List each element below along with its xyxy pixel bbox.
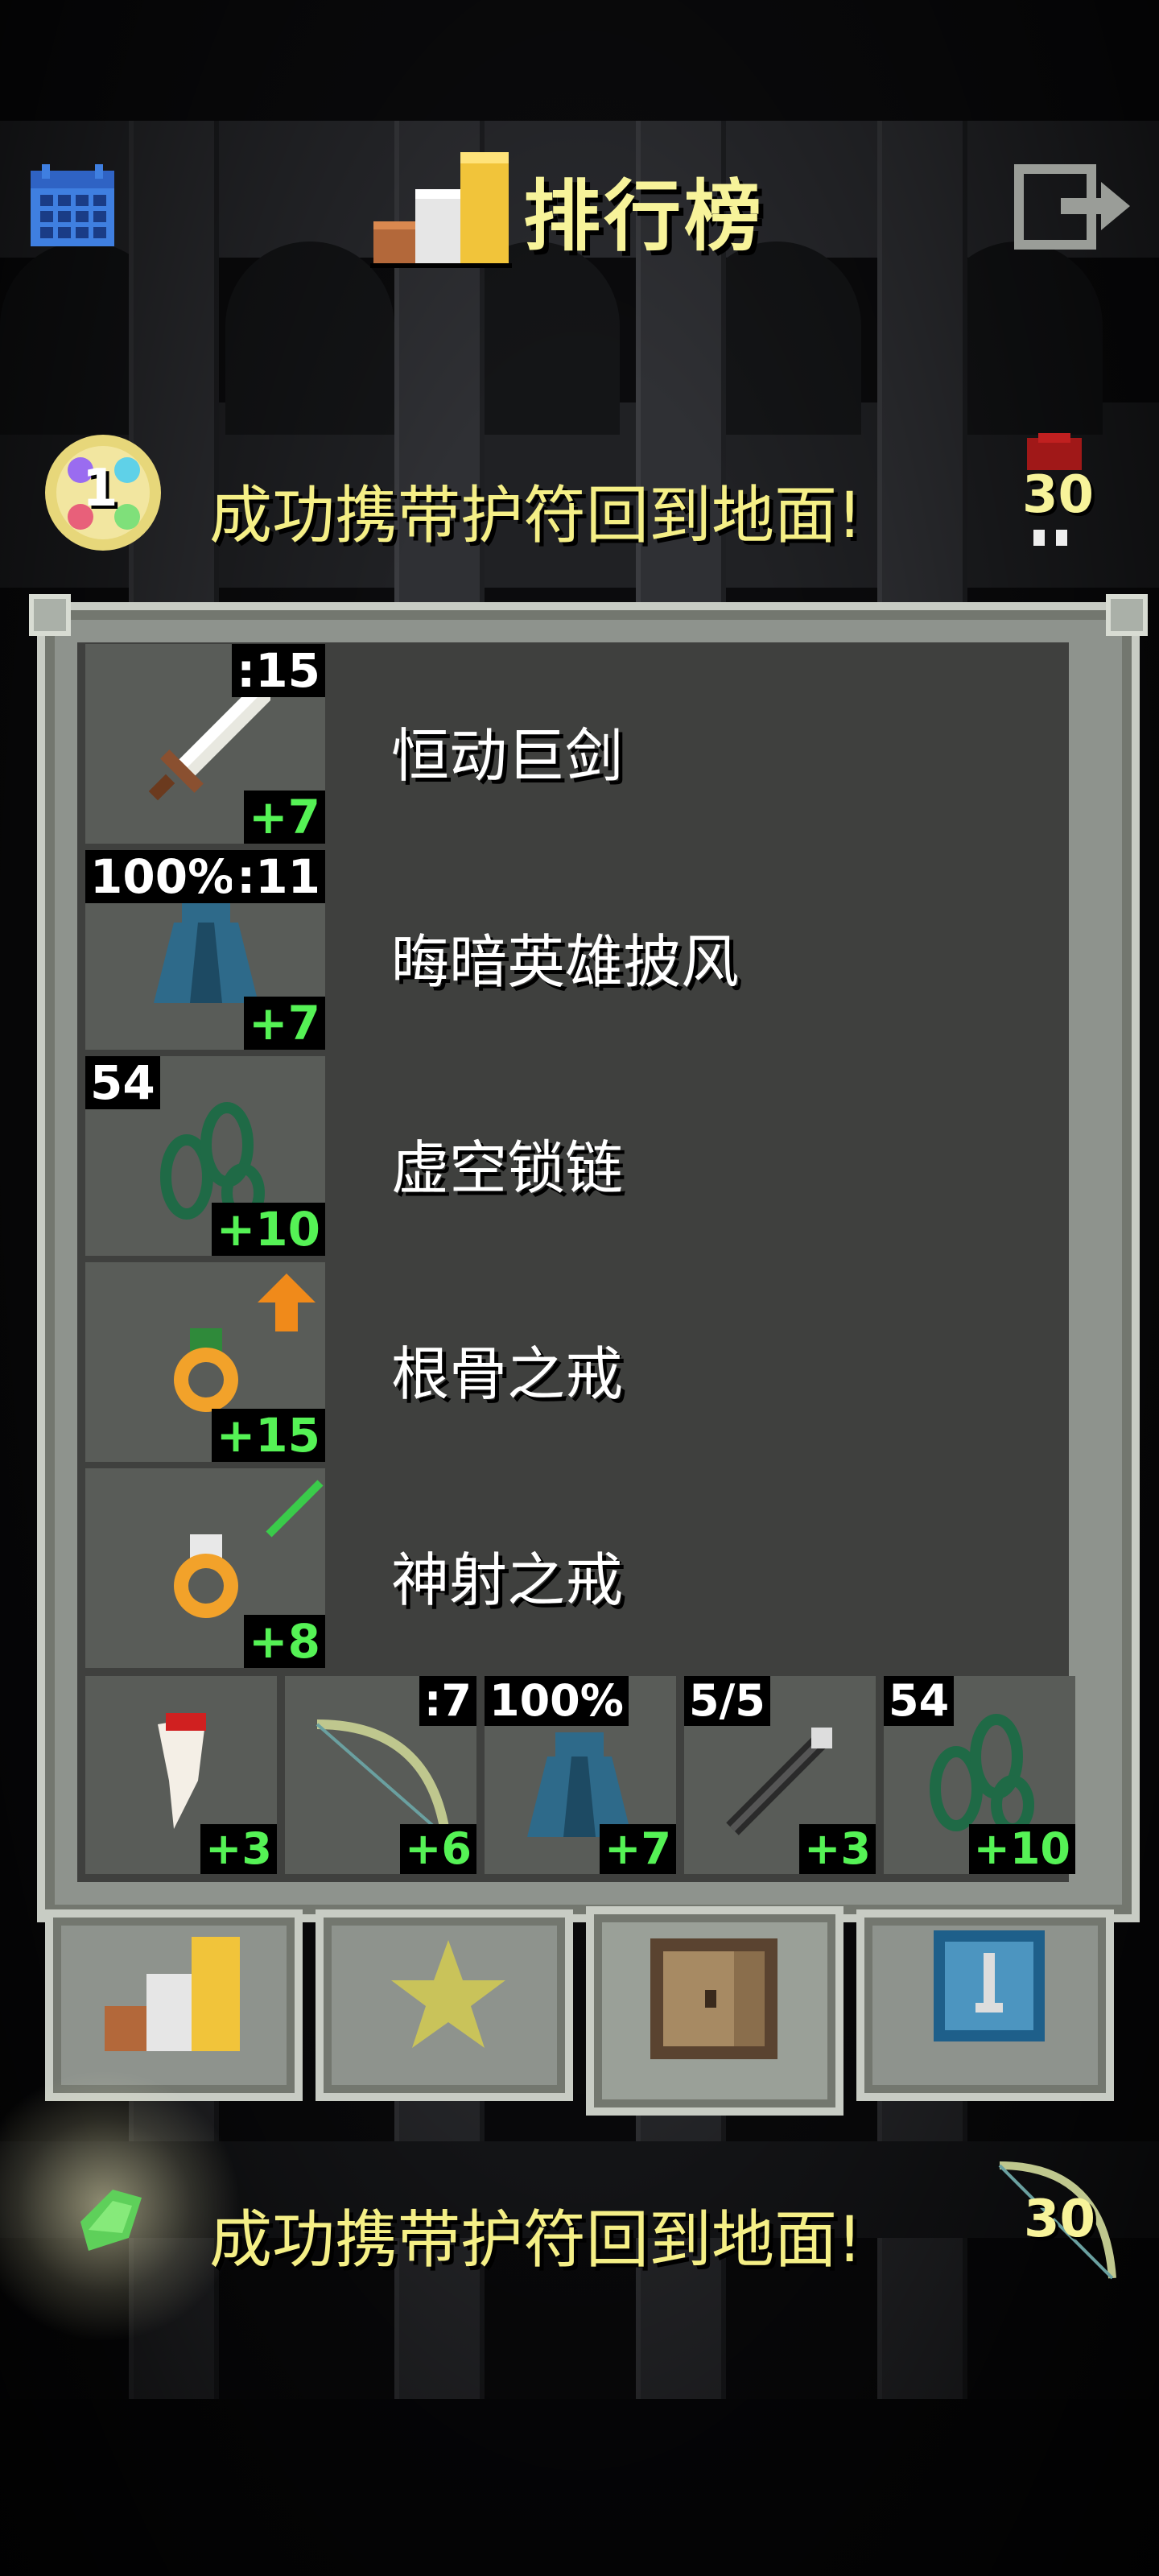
notice-bottom: 成功携带护符回到地面! 30 [0, 2069, 1159, 2343]
page-title: 排行榜 [523, 171, 765, 262]
fang-icon [142, 1708, 222, 1837]
item-row[interactable]: :15 +7 恒动巨剑 [85, 644, 1075, 848]
quickslot[interactable]: 5/5 +3 [684, 1676, 876, 1874]
depth-skull-icon: 30 [1014, 433, 1095, 554]
notice-depth: 30 [1024, 2190, 1096, 2249]
item-durability-label: 100% [85, 850, 240, 903]
rankings-icon [101, 1934, 246, 2054]
item-upgrade-label: +10 [211, 1203, 325, 1256]
notice-text: 成功携带护符回到地面! [209, 2204, 863, 2277]
rankings-icon [370, 149, 515, 270]
item-level-label: :15 [232, 644, 325, 697]
item-upgrade-label: +10 [968, 1824, 1075, 1874]
item-charge-label: 54 [884, 1676, 955, 1726]
amulet-badge-icon: 1 [40, 430, 166, 555]
panel-corner [1106, 594, 1148, 636]
ring-icon [166, 1327, 246, 1415]
item-name: 晦暗英雄披风 [391, 928, 740, 996]
notice-depth: 30 [1022, 465, 1095, 525]
ring-icon [166, 1533, 246, 1621]
notice-text: 成功携带护符回到地面! [209, 480, 863, 552]
item-upgrade-label: +6 [400, 1824, 476, 1874]
items-icon [645, 1930, 782, 2067]
item-row[interactable]: 54 +10 虚空锁链 [85, 1056, 1075, 1261]
item-slot[interactable]: +8 [85, 1468, 325, 1668]
tab-badges[interactable] [316, 1909, 573, 2101]
item-upgrade-label: +3 [799, 1824, 876, 1874]
item-charge-label: 54 [85, 1056, 160, 1109]
item-charge-label: 5/5 [684, 1676, 770, 1726]
tab-items[interactable] [586, 1906, 843, 2116]
item-name: 根骨之戒 [391, 1340, 624, 1408]
item-upgrade-label: +7 [244, 791, 325, 844]
badges-icon [388, 1934, 509, 2054]
item-name: 神射之戒 [391, 1546, 624, 1614]
arrow-icon [262, 1476, 327, 1541]
item-name: 虚空锁链 [391, 1134, 624, 1202]
quickslot[interactable]: +3 [85, 1676, 277, 1874]
tab-journal[interactable] [856, 1909, 1114, 2101]
item-slot[interactable]: 54 +10 [85, 1056, 325, 1256]
item-name: 恒动巨剑 [391, 722, 624, 790]
item-durability-label: 100% [485, 1676, 629, 1726]
item-upgrade-label: +8 [244, 1615, 325, 1668]
quickslot[interactable]: :7 +6 [285, 1676, 476, 1874]
item-level-label: :7 [419, 1676, 476, 1726]
item-upgrade-label: +7 [600, 1824, 676, 1874]
item-slot[interactable]: +15 [85, 1262, 325, 1462]
upgrade-arrow-icon [254, 1270, 319, 1335]
item-upgrade-label: +7 [244, 997, 325, 1050]
notice-rank: 1 [82, 459, 118, 518]
quickslot-row: +3 :7 +6 100% +7 5/5 +3 54 +10 [85, 1676, 1077, 1877]
calendar-icon[interactable] [27, 164, 118, 250]
panel-corner [29, 594, 71, 636]
item-upgrade-label: +3 [200, 1824, 277, 1874]
item-slot[interactable]: :15 +7 [85, 644, 325, 844]
cloak-icon [150, 890, 262, 1011]
bow-icon: 30 [992, 2149, 1120, 2286]
item-row[interactable]: +8 神射之戒 [85, 1468, 1075, 1673]
item-level-label: :11 [232, 850, 325, 903]
exit-icon[interactable] [1013, 163, 1133, 251]
seed-icon [64, 2174, 153, 2262]
item-slot[interactable]: 100% :11 +7 [85, 850, 325, 1050]
quickslot[interactable]: 100% +7 [485, 1676, 676, 1874]
header-bar: 排行榜 [0, 145, 1159, 274]
item-upgrade-label: +15 [211, 1409, 325, 1462]
item-row[interactable]: 100% :11 +7 晦暗英雄披风 [85, 850, 1075, 1055]
quickslot[interactable]: 54 +10 [884, 1676, 1075, 1874]
item-row[interactable]: +15 根骨之戒 [85, 1262, 1075, 1467]
journal-icon [929, 1926, 1050, 2046]
notice-top: 1 成功携带护符回到地面! 30 [0, 425, 1159, 562]
